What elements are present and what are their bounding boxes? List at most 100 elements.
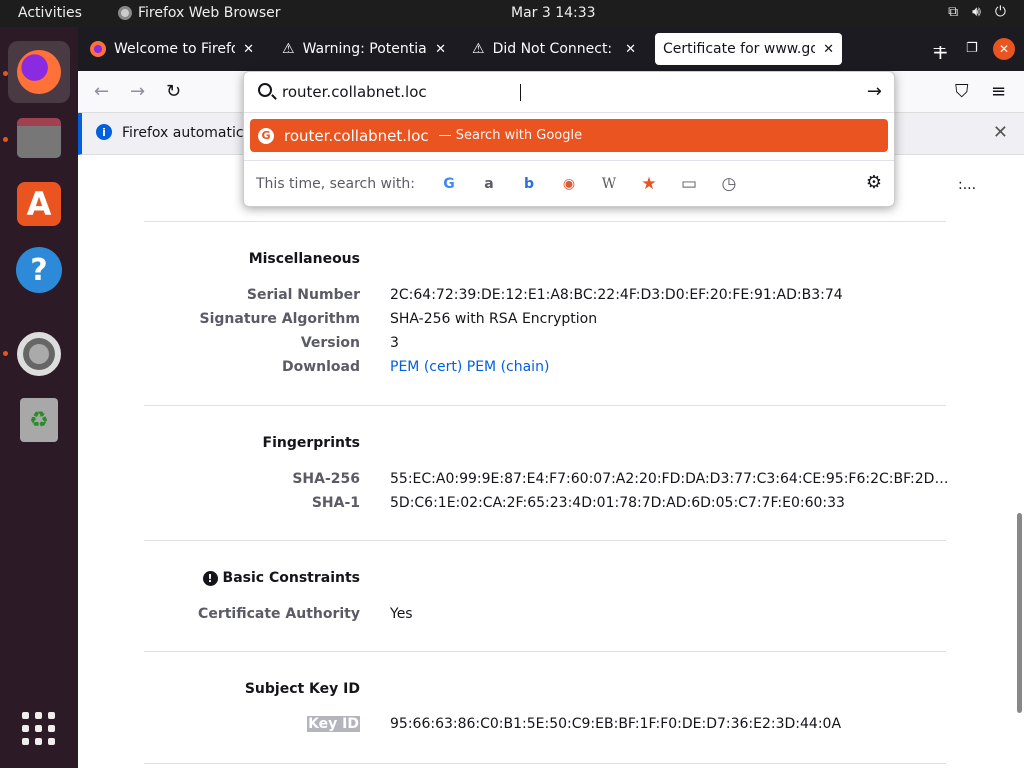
section-basic-constraints: ! Basic Constraints Certificate Authorit… xyxy=(144,541,946,652)
files-icon xyxy=(17,118,61,158)
bookmarks-icon[interactable]: ★ xyxy=(629,174,669,194)
close-tab-icon[interactable]: ✕ xyxy=(823,42,834,57)
dock-settings[interactable] xyxy=(8,323,70,385)
go-arrow-icon[interactable]: → xyxy=(867,81,882,102)
system-top-bar: Activities Firefox Web Browser Mar 3 14:… xyxy=(0,0,1024,27)
download-label: Download xyxy=(281,359,360,375)
key-id-label: Key ID xyxy=(307,716,360,732)
tab-warning[interactable]: ⚠ Warning: Potential S ✕ xyxy=(274,33,454,65)
page-scrollbar[interactable] xyxy=(1015,155,1024,768)
bing-engine-icon[interactable]: b xyxy=(509,176,549,192)
section-fingerprints: Fingerprints SHA-256 55:EC:A0:99:9E:87:E… xyxy=(144,406,949,541)
section-title: Subject Key ID xyxy=(244,681,360,697)
selected-text: Key ID xyxy=(307,716,360,732)
certificate-authority-value: Yes xyxy=(390,606,413,622)
amazon-engine-icon[interactable]: a xyxy=(469,176,509,192)
dock-trash[interactable]: ♻ xyxy=(8,389,70,451)
signature-algorithm-value: SHA-256 with RSA Encryption xyxy=(390,311,598,327)
google-icon: G xyxy=(258,127,274,144)
close-tab-icon[interactable]: ✕ xyxy=(625,42,636,57)
close-icon[interactable]: ✕ xyxy=(993,122,1008,143)
sha256-label: SHA-256 xyxy=(292,471,360,487)
dock-firefox[interactable] xyxy=(8,41,70,103)
serial-number-label: Serial Number xyxy=(246,287,360,303)
tabs-icon[interactable]: ▭ xyxy=(669,174,709,194)
search-icon xyxy=(258,83,272,97)
sha256-value: 55:EC:A0:99:9E:87:E4:F7:60:07:A2:20:FD:D… xyxy=(390,471,949,487)
dock-help[interactable]: ? xyxy=(8,239,70,301)
clock[interactable]: Mar 3 14:33 xyxy=(511,5,596,21)
duckduckgo-engine-icon[interactable]: ◉ xyxy=(549,176,589,192)
warning-icon: ⚠ xyxy=(282,41,295,57)
search-suggestion-google[interactable]: G router.collabnet.loc — Search with Goo… xyxy=(250,119,888,152)
pem-chain-link[interactable]: PEM (chain) xyxy=(467,359,550,375)
scrollbar-thumb[interactable] xyxy=(1017,513,1022,713)
version-value: 3 xyxy=(390,335,399,351)
tab-title: Welcome to Firefox xyxy=(114,41,236,57)
certificate-viewer: :... Miscellaneous Serial Number 2C:64:7… xyxy=(78,155,1016,768)
tab-welcome[interactable]: Welcome to Firefox ✕ xyxy=(82,33,262,65)
tab-title: Certificate for www.go xyxy=(663,41,816,57)
firefox-icon xyxy=(118,6,132,20)
pocket-icon[interactable]: ⛉ xyxy=(955,81,969,102)
history-icon[interactable]: ◷ xyxy=(709,174,749,194)
tab-title: Warning: Potential S xyxy=(302,41,428,57)
critical-icon: ! xyxy=(202,570,218,586)
text-cursor xyxy=(520,84,521,101)
network-icon[interactable]: ⧉ xyxy=(948,4,958,20)
tab-title: Did Not Connect: Po xyxy=(492,41,618,57)
section-title: Fingerprints xyxy=(262,435,360,451)
one-off-search-engines: This time, search with: G a b ◉ W ★ ▭ ◷ xyxy=(256,174,749,194)
show-applications-icon[interactable] xyxy=(22,712,56,746)
version-label: Version xyxy=(300,335,360,351)
urlbar-popup: → G router.collabnet.loc — Search with G… xyxy=(243,71,895,207)
tab-bar: Welcome to Firefox ✕ ⚠ Warning: Potentia… xyxy=(78,27,1024,71)
google-engine-icon[interactable]: G xyxy=(429,176,469,192)
trash-icon: ♻ xyxy=(20,398,58,442)
sha1-label: SHA-1 xyxy=(311,495,360,511)
serial-number-value: 2C:64:72:39:DE:12:E1:A8:BC:22:4F:D3:D0:E… xyxy=(390,287,843,303)
close-tab-icon[interactable]: ✕ xyxy=(435,42,446,57)
section-title: ! Basic Constraints xyxy=(202,570,360,586)
software-store-icon: A xyxy=(17,182,61,226)
section-subject-key-id: Subject Key ID Key ID 95:66:63:86:C0:B1:… xyxy=(144,652,946,764)
wikipedia-engine-icon[interactable]: W xyxy=(589,176,629,192)
minimize-icon[interactable]: — xyxy=(933,41,946,56)
search-settings-gear-icon[interactable]: ⚙ xyxy=(866,172,882,193)
reload-icon[interactable]: ↻ xyxy=(166,81,181,102)
dock-files[interactable] xyxy=(8,107,70,169)
signature-algorithm-label: Signature Algorithm xyxy=(199,311,360,327)
url-input[interactable] xyxy=(282,83,782,101)
running-indicator xyxy=(3,137,8,142)
notification-message: Firefox automatica xyxy=(122,125,253,141)
settings-icon xyxy=(17,332,61,376)
menu-icon[interactable]: ≡ xyxy=(991,81,1006,102)
system-tray[interactable]: ⧉ 🔊︎ ⏻ xyxy=(948,4,1006,20)
maximize-icon[interactable]: ❐ xyxy=(966,41,978,56)
search-with-label: This time, search with: xyxy=(256,176,415,192)
pem-cert-link[interactable]: PEM (cert) xyxy=(390,359,462,375)
forward-icon[interactable]: → xyxy=(130,81,145,102)
close-tab-icon[interactable]: ✕ xyxy=(243,42,254,57)
key-id-value: 95:66:63:86:C0:B1:5E:50:C9:EB:BF:1F:F0:D… xyxy=(390,716,842,732)
section-miscellaneous: Miscellaneous Serial Number 2C:64:72:39:… xyxy=(144,222,946,406)
suggestion-text: router.collabnet.loc xyxy=(284,126,429,145)
activities-button[interactable]: Activities xyxy=(18,5,82,21)
app-menu-label: Firefox Web Browser xyxy=(138,5,281,21)
section-title-text: Basic Constraints xyxy=(222,570,360,586)
back-icon[interactable]: ← xyxy=(94,81,109,102)
power-icon[interactable]: ⏻ xyxy=(995,4,1006,20)
running-indicator xyxy=(3,351,8,356)
dock-software[interactable]: A xyxy=(8,173,70,235)
volume-icon[interactable]: 🔊︎ xyxy=(972,4,981,20)
window-close-icon[interactable]: ✕ xyxy=(993,38,1015,60)
certificate-authority-label: Certificate Authority xyxy=(198,606,360,622)
warning-icon: ⚠ xyxy=(472,41,485,57)
tab-did-not-connect[interactable]: ⚠ Did Not Connect: Po ✕ xyxy=(464,33,644,65)
dock: A ? ♻ xyxy=(0,27,78,768)
tab-certificate[interactable]: Certificate for www.go ✕ xyxy=(655,33,842,65)
truncated-value: :... xyxy=(958,177,977,193)
app-menu[interactable]: Firefox Web Browser xyxy=(118,5,281,21)
section-title: Miscellaneous xyxy=(248,251,360,267)
download-links: PEM (cert) PEM (chain) xyxy=(390,359,549,375)
